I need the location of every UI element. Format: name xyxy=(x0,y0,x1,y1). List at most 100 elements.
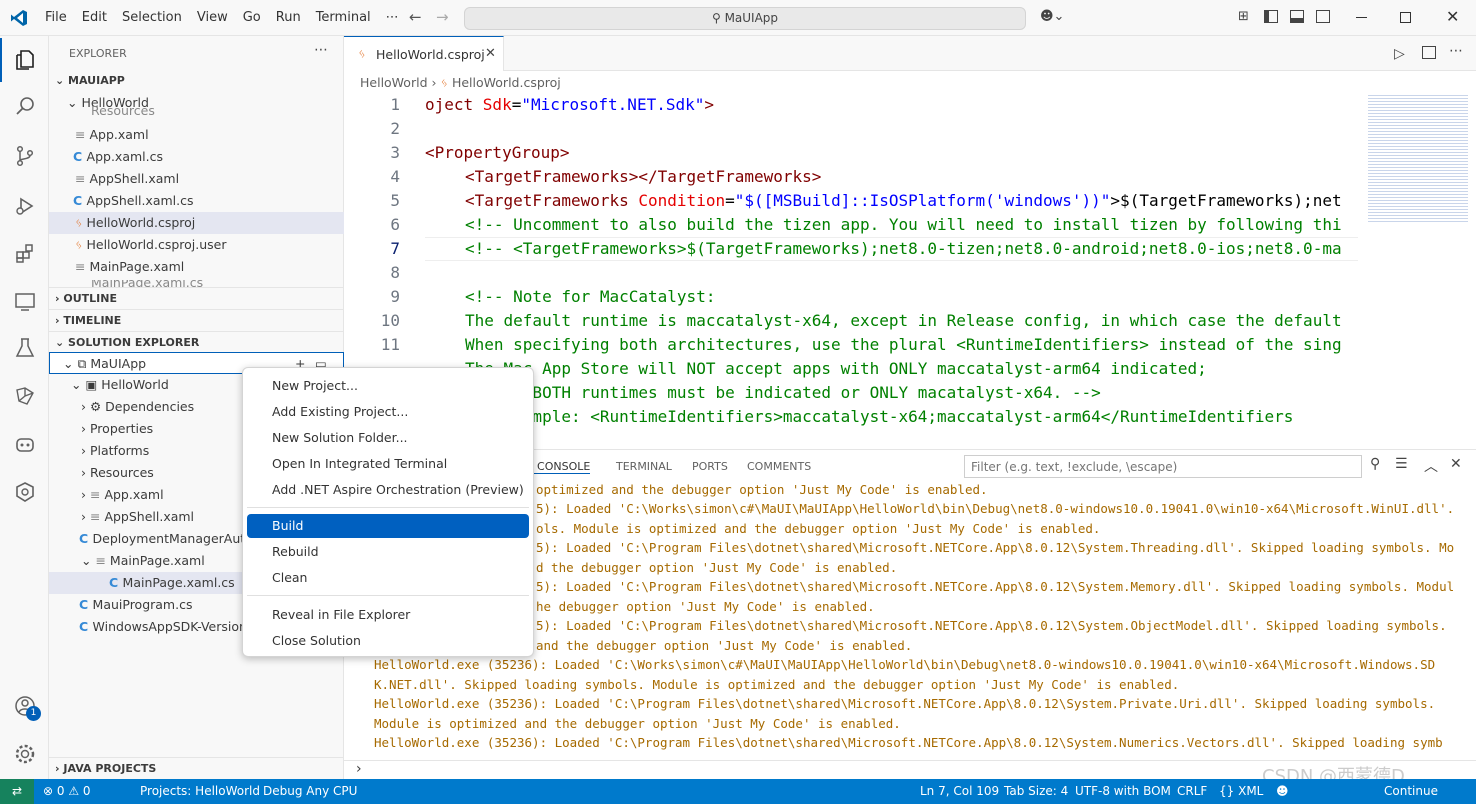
explorer-file[interactable]: Resources xyxy=(49,106,344,118)
copilot-status-icon[interactable]: ☻ xyxy=(1276,779,1289,804)
build-config-status[interactable]: Debug Any CPU xyxy=(263,779,357,804)
explorer-file[interactable]: C AppShell.xaml.cs xyxy=(49,190,344,212)
explorer-file[interactable]: ≡ AppShell.xaml xyxy=(49,168,344,190)
docker-icon[interactable] xyxy=(0,374,49,418)
menu-selection[interactable]: Selection xyxy=(122,10,182,25)
explorer-file-selected[interactable]: ᛃ HelloWorld.csproj xyxy=(49,212,344,234)
menu-go[interactable]: Go xyxy=(243,10,261,25)
explorer-file[interactable]: ᛃ HelloWorld.csproj.user xyxy=(49,234,344,256)
maximize-panel-icon[interactable]: ︿ xyxy=(1424,456,1438,476)
language-mode[interactable]: {} XML xyxy=(1219,779,1263,804)
more-actions-icon[interactable]: ⋯ xyxy=(1449,43,1463,59)
rss-file-icon: ᛃ xyxy=(75,237,87,252)
remote-explorer-icon[interactable] xyxy=(0,280,49,324)
solution-explorer-section[interactable]: ⌄ SOLUTION EXPLORER xyxy=(49,331,344,353)
code-line-7: <!-- <TargetFrameworks>$(TargetFramework… xyxy=(465,239,1342,258)
clear-console-icon[interactable]: ☰ xyxy=(1395,456,1408,472)
menu-edit[interactable]: Edit xyxy=(82,10,107,25)
search-view-icon[interactable] xyxy=(0,84,49,128)
output-line: Module is optimized and the debugger opt… xyxy=(374,716,901,731)
filter-input[interactable] xyxy=(964,455,1362,478)
run-icon[interactable]: ▷ xyxy=(1394,46,1405,62)
menu-item-new-solution-folder[interactable]: New Solution Folder... xyxy=(247,426,529,450)
menu-separator xyxy=(247,595,529,596)
command-center-label: MaUIApp xyxy=(724,11,779,25)
extensions-icon[interactable] xyxy=(0,232,49,276)
menu-terminal[interactable]: Terminal xyxy=(316,10,371,25)
tab-size[interactable]: Tab Size: 4 xyxy=(1004,779,1068,804)
minimap-slider[interactable] xyxy=(1368,93,1468,223)
tab-hello-world-csproj[interactable]: ᛃ HelloWorld.csproj ✕ xyxy=(344,36,504,71)
outline-section[interactable]: › OUTLINE xyxy=(49,287,344,309)
split-editor-icon[interactable] xyxy=(1422,46,1436,59)
menu-item-close-solution[interactable]: Close Solution xyxy=(247,629,529,653)
encoding[interactable]: UTF-8 with BOM xyxy=(1075,779,1171,804)
explorer-file[interactable]: ≡ App.xaml xyxy=(49,124,344,146)
find-icon[interactable]: ⚲ xyxy=(1370,456,1380,472)
cursor-position[interactable]: Ln 7, Col 109 xyxy=(920,779,999,804)
run-debug-icon[interactable] xyxy=(0,184,49,228)
tab-comments[interactable]: COMMENTS xyxy=(747,460,811,473)
rss-file-icon: ᛃ xyxy=(358,47,366,62)
kubernetes-icon[interactable] xyxy=(0,470,49,514)
menu-item-reveal-in-explorer[interactable]: Reveal in File Explorer xyxy=(247,603,529,627)
minimize-icon[interactable] xyxy=(1356,17,1367,18)
explorer-file[interactable]: ≡ MainPage.xaml xyxy=(49,256,344,278)
command-center[interactable]: ⚲ MaUIApp xyxy=(464,7,1026,30)
menu-view[interactable]: View xyxy=(197,10,228,25)
rss-file-icon: ᛃ xyxy=(75,215,87,230)
output-line: optimized and the debugger option 'Just … xyxy=(536,482,988,497)
close-panel-icon[interactable]: ✕ xyxy=(1450,456,1462,472)
tab-terminal[interactable]: TERMINAL xyxy=(616,460,672,473)
menu-item-open-terminal[interactable]: Open In Integrated Terminal xyxy=(247,452,529,476)
explorer-title: EXPLORER xyxy=(69,47,127,60)
menu-item-clean[interactable]: Clean xyxy=(247,566,529,590)
explorer-file[interactable]: C App.xaml.cs xyxy=(49,146,344,168)
testing-icon[interactable] xyxy=(0,326,49,370)
timeline-section[interactable]: › TIMELINE xyxy=(49,309,344,331)
menu-more[interactable]: ⋯ xyxy=(386,10,399,25)
menu-item-build[interactable]: Build xyxy=(247,514,529,538)
menu-item-new-project[interactable]: New Project... xyxy=(247,374,529,398)
menu-file[interactable]: File xyxy=(45,10,67,25)
copilot-chat-icon[interactable] xyxy=(0,422,49,466)
toggle-secondary-sidebar-icon[interactable] xyxy=(1316,10,1330,23)
menu-run[interactable]: Run xyxy=(276,10,301,25)
explorer-icon[interactable] xyxy=(0,38,49,82)
menu-item-rebuild[interactable]: Rebuild xyxy=(247,540,529,564)
problems-indicator[interactable]: ⊗ 0 ⚠ 0 xyxy=(43,779,91,804)
close-window-icon[interactable]: ✕ xyxy=(1446,7,1459,26)
toggle-panel-icon[interactable] xyxy=(1290,10,1304,23)
code-line-13: either BOTH runtimes must be indicated o… xyxy=(465,383,1101,402)
menu-item-add-existing-project[interactable]: Add Existing Project... xyxy=(247,400,529,424)
line-ending[interactable]: CRLF xyxy=(1177,779,1207,804)
projects-status[interactable]: Projects: HelloWorld xyxy=(140,779,260,804)
xaml-file-icon: ≡ xyxy=(75,127,90,142)
minimap[interactable] xyxy=(1358,93,1476,448)
menu-item-add-aspire[interactable]: Add .NET Aspire Orchestration (Preview) xyxy=(247,478,529,502)
toggle-sidebar-icon[interactable] xyxy=(1264,10,1278,23)
remote-indicator-icon[interactable]: ⇄ xyxy=(0,779,34,804)
line-number: 7 xyxy=(390,239,400,258)
line-number: 9 xyxy=(390,287,400,306)
java-projects-section[interactable]: › JAVA PROJECTS xyxy=(49,757,344,779)
maximize-icon[interactable] xyxy=(1400,12,1411,23)
breadcrumb-folder[interactable]: HelloWorld xyxy=(360,75,428,90)
explorer-more-icon[interactable]: ⋯ xyxy=(314,42,328,58)
source-control-icon[interactable] xyxy=(0,134,49,178)
output-line: HelloWorld.exe (35236): Loaded 'C:\Progr… xyxy=(374,735,1443,750)
copilot-icon[interactable]: ☻⌄ xyxy=(1040,9,1064,24)
breadcrumb-file[interactable]: HelloWorld.csproj xyxy=(452,75,561,90)
code-line-6: <!-- Uncomment to also build the tizen a… xyxy=(465,215,1342,234)
accounts-icon[interactable] xyxy=(0,684,49,728)
manage-gear-icon[interactable] xyxy=(0,732,49,776)
tab-ports[interactable]: PORTS xyxy=(692,460,728,473)
explorer-root[interactable]: ⌄ MAUIAPP xyxy=(49,70,344,92)
line-number: 8 xyxy=(390,263,400,282)
csharp-file-icon: C xyxy=(109,575,123,590)
continue-status[interactable]: Continue xyxy=(1384,779,1438,804)
back-arrow-icon[interactable]: ← xyxy=(409,8,422,26)
forward-arrow-icon[interactable]: → xyxy=(436,8,449,26)
customize-layout-icon[interactable]: ⊞ xyxy=(1238,9,1249,24)
close-tab-icon[interactable]: ✕ xyxy=(485,46,496,61)
